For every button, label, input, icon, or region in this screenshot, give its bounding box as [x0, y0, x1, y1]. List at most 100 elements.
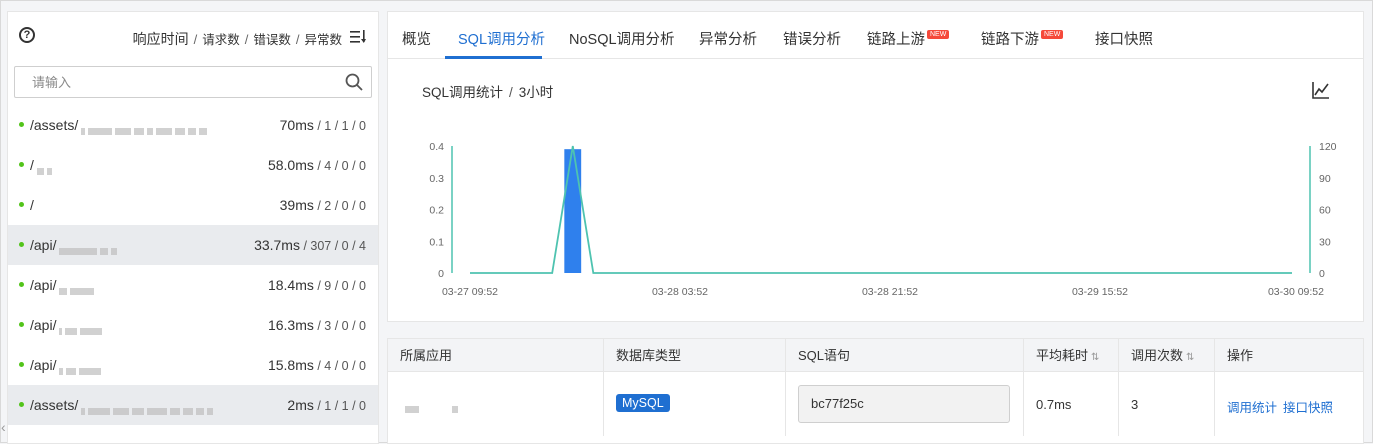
interface-stats: 15.8ms / 4 / 0 / 0 — [267, 357, 366, 373]
sql-table: 所属应用 数据库类型 SQL语句 平均耗时 ⇅ 调用次数 ⇅ 操作 MySQL bc… — [387, 338, 1364, 444]
x-axis-tick-label: 03-27 09:52 — [442, 286, 498, 298]
metric-exception-count[interactable]: 异常数 — [304, 33, 342, 47]
tab-bar: 概览 SQL调用分析 NoSQL调用分析 异常分析 错误分析 链路上游 NEW 链… — [387, 11, 1364, 59]
list-item[interactable]: / 39ms / 2 / 0 / 0 — [8, 185, 378, 225]
new-badge: NEW — [927, 30, 950, 39]
tab-nosql-analysis[interactable]: NoSQL调用分析 — [569, 28, 675, 49]
list-item[interactable]: /api/ 16.3ms / 3 / 0 / 0 — [8, 305, 378, 345]
list-item[interactable]: /api/ 15.8ms / 4 / 0 / 0 — [8, 345, 378, 385]
sort-icon[interactable]: ⇅ — [1186, 352, 1194, 363]
right-axis-tick-label: 60 — [1319, 205, 1331, 217]
interface-stats: 58.0ms / 4 / 0 / 0 — [267, 157, 366, 173]
right-axis-tick-label: 0 — [1319, 268, 1325, 280]
masked-text — [405, 401, 461, 413]
interface-stats: 70ms / 1 / 1 / 0 — [279, 117, 366, 133]
right-axis-tick-label: 30 — [1319, 236, 1331, 248]
tab-upstream-trace[interactable]: 链路上游 NEW — [867, 28, 950, 49]
left-axis-tick-label: 0 — [438, 268, 444, 280]
masked-text — [81, 122, 210, 136]
metric-separator: / — [244, 32, 249, 47]
metric-separator: / — [193, 32, 198, 47]
interface-stats: 2ms / 1 / 1 / 0 — [287, 397, 366, 413]
x-axis-tick-label: 03-29 15:52 — [1072, 286, 1128, 298]
header-avg-time[interactable]: 平均耗时 ⇅ — [1024, 339, 1119, 372]
status-dot — [19, 402, 24, 407]
cell-app — [388, 372, 604, 436]
status-dot — [19, 322, 24, 327]
metric-error-count[interactable]: 错误数 — [253, 33, 291, 47]
list-header: ? 响应时间 / 请求数 / 错误数 / 异常数 — [8, 12, 378, 60]
status-dot — [19, 202, 24, 207]
help-icon[interactable]: ? — [19, 27, 35, 43]
x-axis-tick-label: 03-28 03:52 — [652, 286, 708, 298]
status-dot — [19, 162, 24, 167]
sql-stats-chart-card: SQL调用统计/3小时 0 0.1 0.2 0.3 0.4 0 30 60 90 120 03-27… — [387, 59, 1364, 322]
status-dot — [19, 282, 24, 287]
tab-downstream-trace[interactable]: 链路下游 NEW — [981, 28, 1064, 49]
collapse-panel-icon[interactable]: ‹ — [1, 419, 6, 435]
tab-exception-analysis[interactable]: 异常分析 — [699, 28, 757, 49]
list-item[interactable]: /assets/ 70ms / 1 / 1 / 0 — [8, 105, 378, 145]
interface-stats: 18.4ms / 9 / 0 / 0 — [267, 277, 366, 293]
metric-response-time[interactable]: 响应时间 — [133, 31, 189, 47]
tab-error-analysis[interactable]: 错误分析 — [783, 28, 841, 49]
sort-order-icon[interactable] — [350, 30, 366, 44]
sql-statement-box[interactable]: bc77f25c — [798, 385, 1010, 423]
new-badge: NEW — [1041, 30, 1064, 39]
cell-calls: 3 — [1119, 372, 1215, 436]
interface-list-panel: ? 响应时间 / 请求数 / 错误数 / 异常数 /assets/ — [7, 11, 379, 444]
app-window: ? 响应时间 / 请求数 / 错误数 / 异常数 /assets/ — [0, 0, 1373, 444]
right-axis-tick-label: 90 — [1319, 173, 1331, 185]
interface-stats: 33.7ms / 307 / 0 / 4 — [254, 237, 366, 253]
status-dot — [19, 362, 24, 367]
masked-text — [36, 162, 55, 176]
line-series — [470, 145, 1292, 274]
header-calls[interactable]: 调用次数 ⇅ — [1119, 339, 1215, 372]
tab-overview[interactable]: 概览 — [402, 28, 431, 49]
masked-text — [81, 402, 216, 416]
right-axis-tick-label: 120 — [1319, 141, 1337, 153]
tab-sql-analysis[interactable]: SQL调用分析 — [458, 28, 545, 49]
header-sql: SQL语句 — [786, 339, 1024, 372]
search-input[interactable] — [15, 67, 315, 97]
header-db-type: 数据库类型 — [604, 339, 786, 372]
left-axis-tick-label: 0.1 — [429, 236, 444, 248]
interface-path: / — [30, 157, 55, 176]
search-box — [14, 66, 372, 98]
left-axis-tick-label: 0.3 — [429, 173, 444, 185]
x-axis-tick-label: 03-28 21:52 — [862, 286, 918, 298]
interface-path: /api/ — [30, 317, 105, 336]
search-icon[interactable] — [345, 73, 363, 91]
interface-stats: 39ms / 2 / 0 / 0 — [279, 197, 366, 213]
interface-path: /api/ — [30, 237, 120, 256]
masked-text — [59, 282, 97, 296]
interface-path: / — [30, 197, 34, 213]
header-actions: 操作 — [1227, 348, 1254, 363]
left-axis-tick-label: 0.4 — [429, 141, 444, 153]
status-dot — [19, 242, 24, 247]
line-chart-icon[interactable] — [1312, 81, 1330, 99]
list-item[interactable]: /api/ 33.7ms / 307 / 0 / 4 — [8, 225, 378, 265]
masked-text — [59, 362, 104, 376]
masked-text — [59, 322, 105, 336]
masked-text — [59, 242, 120, 256]
list-item[interactable]: /assets/ 2ms / 1 / 1 / 0 — [8, 385, 378, 425]
interface-list: /assets/ 70ms / 1 / 1 / 0 / 58.0ms / 4 /… — [8, 105, 378, 425]
header-app: 所属应用 — [388, 339, 604, 372]
interface-path: /api/ — [30, 357, 104, 376]
list-item[interactable]: /api/ 18.4ms / 9 / 0 / 0 — [8, 265, 378, 305]
metric-switcher: 响应时间 / 请求数 / 错误数 / 异常数 — [133, 29, 342, 49]
interface-path: /api/ — [30, 277, 97, 296]
x-axis-tick-label: 03-30 09:52 — [1268, 286, 1324, 298]
cell-db-type: MySQL — [604, 372, 786, 436]
list-item[interactable]: / 58.0ms / 4 / 0 / 0 — [8, 145, 378, 185]
interface-path: /assets/ — [30, 117, 210, 136]
cell-avg-time: 0.7ms — [1024, 372, 1119, 436]
sort-icon[interactable]: ⇅ — [1091, 352, 1099, 363]
metric-request-count[interactable]: 请求数 — [202, 33, 240, 47]
cell-sql: bc77f25c — [786, 372, 1024, 436]
tab-interface-snapshot[interactable]: 接口快照 — [1095, 28, 1153, 49]
interface-snapshot-link[interactable]: 接口快照 — [1283, 401, 1333, 415]
interface-stats: 16.3ms / 3 / 0 / 0 — [267, 317, 366, 333]
call-stats-link[interactable]: 调用统计 — [1227, 401, 1277, 415]
